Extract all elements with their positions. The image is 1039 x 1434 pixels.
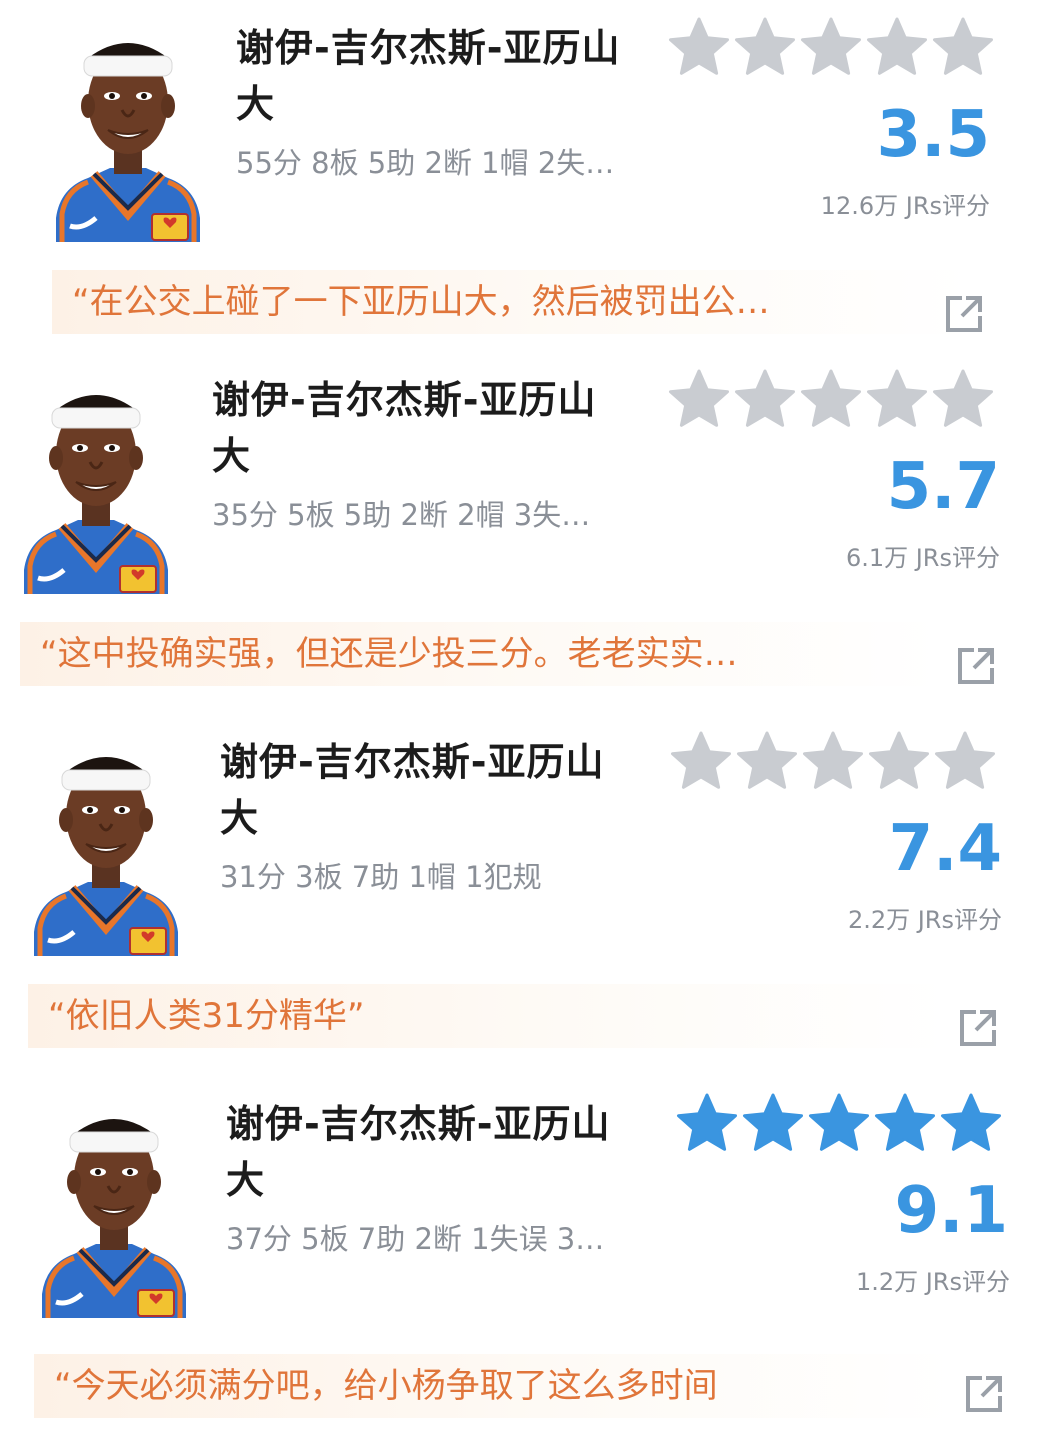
star-filled-icon[interactable] xyxy=(808,1092,870,1154)
player-name: 谢伊-吉尔杰斯-亚历山大 xyxy=(220,740,605,840)
star-rating[interactable] xyxy=(676,1092,1006,1152)
star-empty-icon[interactable] xyxy=(668,16,730,78)
rating-count: 1.2万 JRs评分 xyxy=(855,1268,1010,1296)
rating-card[interactable]: 谢伊-吉尔杰斯-亚历山大 35分 5板 5助 2断 2帽 3失… 5.7 6.1… xyxy=(0,352,1039,710)
star-empty-icon[interactable] xyxy=(932,16,994,78)
rating-card[interactable]: 谢伊-吉尔杰斯-亚历山大 55分 8板 5助 2断 1帽 2失… 3.5 12.… xyxy=(0,0,1039,358)
player-name: 谢伊-吉尔杰斯-亚历山大 xyxy=(212,378,597,478)
star-empty-icon[interactable] xyxy=(866,16,928,78)
star-empty-icon[interactable] xyxy=(866,368,928,430)
star-empty-icon[interactable] xyxy=(868,730,930,792)
share-icon[interactable] xyxy=(962,1372,1006,1416)
star-empty-icon[interactable] xyxy=(800,368,862,430)
rating-card[interactable]: 谢伊-吉尔杰斯-亚历山大 31分 3板 7助 1帽 1犯规 7.4 2.2万 J… xyxy=(0,714,1039,1072)
player-stats: 55分 8板 5助 2断 1帽 2失… xyxy=(236,146,615,180)
star-empty-icon[interactable] xyxy=(668,368,730,430)
player-stats: 31分 3板 7助 1帽 1犯规 xyxy=(220,860,542,894)
player-avatar xyxy=(42,1119,186,1318)
rating-count: 2.2万 JRs评分 xyxy=(847,906,1002,934)
player-name: 谢伊-吉尔杰斯-亚历山大 xyxy=(236,26,621,126)
star-empty-icon[interactable] xyxy=(932,368,994,430)
star-filled-icon[interactable] xyxy=(874,1092,936,1154)
star-empty-icon[interactable] xyxy=(734,16,796,78)
comment-banner[interactable]: “在公交上碰了一下亚历山大，然后被罚出公… xyxy=(52,270,972,334)
hot-comment: “这中投确实强，但还是少投三分。老老实实… xyxy=(40,634,738,674)
player-avatar xyxy=(24,395,168,594)
player-avatar xyxy=(34,757,178,956)
rating-count: 6.1万 JRs评分 xyxy=(845,544,1000,572)
rating-score: 9.1 xyxy=(894,1174,1008,1248)
player-stats: 37分 5板 7助 2断 1失误 3… xyxy=(226,1222,605,1256)
share-icon[interactable] xyxy=(956,1006,1000,1050)
star-empty-icon[interactable] xyxy=(734,368,796,430)
player-avatar xyxy=(56,43,200,242)
rating-count: 12.6万 JRs评分 xyxy=(820,192,990,220)
star-rating[interactable] xyxy=(670,730,1000,790)
share-icon[interactable] xyxy=(942,292,986,336)
star-empty-icon[interactable] xyxy=(934,730,996,792)
star-filled-icon[interactable] xyxy=(940,1092,1002,1154)
share-icon[interactable] xyxy=(954,644,998,688)
rating-card[interactable]: 谢伊-吉尔杰斯-亚历山大 37分 5板 7助 2断 1失误 3… 9.1 1.2… xyxy=(0,1076,1039,1434)
comment-banner[interactable]: “今天必须满分吧，给小杨争取了这么多时间 xyxy=(34,1354,954,1418)
rating-score: 7.4 xyxy=(888,812,1002,886)
rating-score: 5.7 xyxy=(886,450,1000,524)
star-filled-icon[interactable] xyxy=(742,1092,804,1154)
player-stats: 35分 5板 5助 2断 2帽 3失… xyxy=(212,498,591,532)
star-empty-icon[interactable] xyxy=(736,730,798,792)
star-empty-icon[interactable] xyxy=(802,730,864,792)
hot-comment: “今天必须满分吧，给小杨争取了这么多时间 xyxy=(54,1366,718,1406)
star-empty-icon[interactable] xyxy=(800,16,862,78)
star-empty-icon[interactable] xyxy=(670,730,732,792)
player-name: 谢伊-吉尔杰斯-亚历山大 xyxy=(226,1102,611,1202)
star-rating[interactable] xyxy=(668,368,998,428)
hot-comment: “依旧人类31分精华” xyxy=(48,996,365,1036)
comment-banner[interactable]: “这中投确实强，但还是少投三分。老老实实… xyxy=(20,622,940,686)
rating-score: 3.5 xyxy=(876,98,990,172)
hot-comment: “在公交上碰了一下亚历山大，然后被罚出公… xyxy=(72,282,770,322)
star-rating[interactable] xyxy=(668,16,998,76)
star-filled-icon[interactable] xyxy=(676,1092,738,1154)
comment-banner[interactable]: “依旧人类31分精华” xyxy=(28,984,948,1048)
